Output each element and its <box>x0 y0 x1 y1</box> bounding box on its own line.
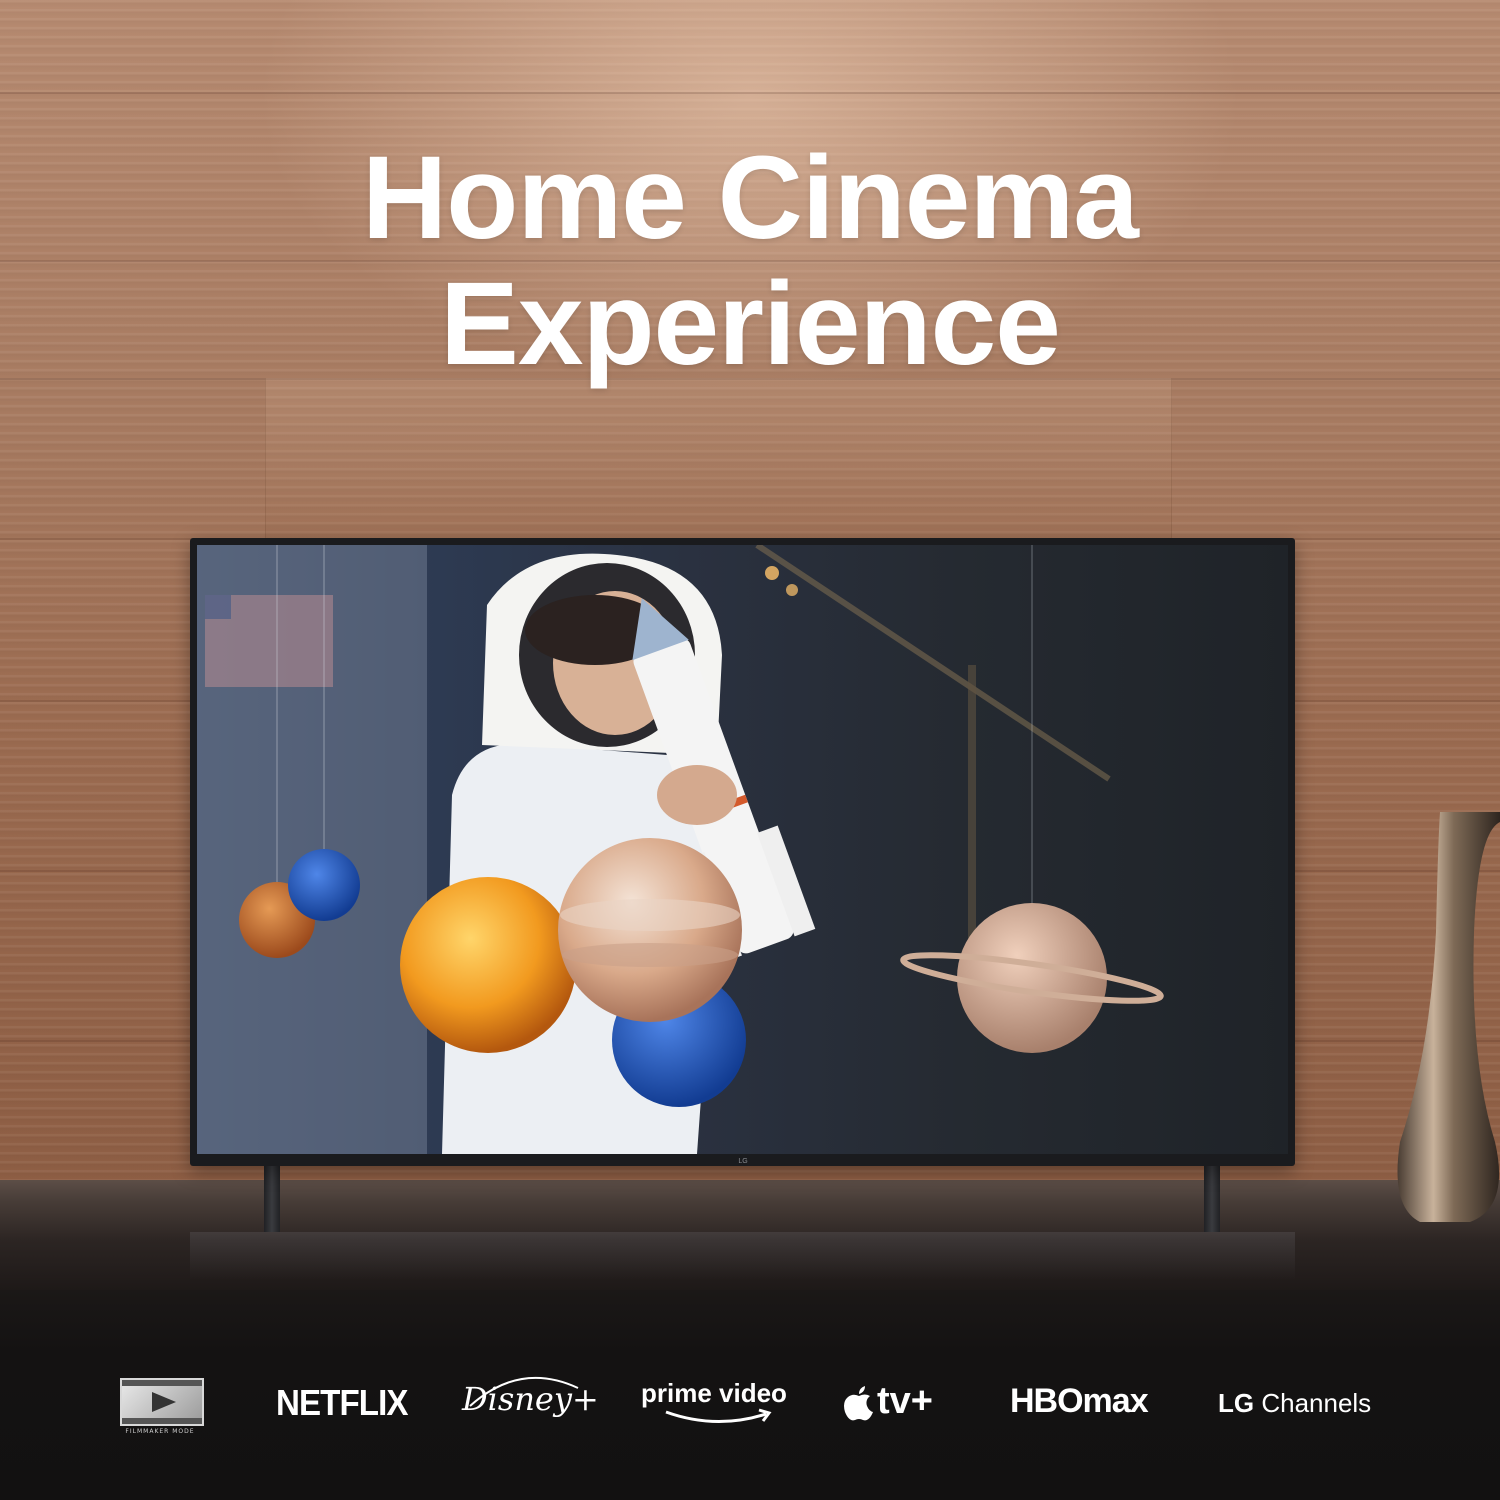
filmmaker-mode-icon <box>120 1378 204 1426</box>
vase-icon <box>1397 812 1500 1222</box>
lg-channels-logo: LG Channels <box>1218 1388 1371 1419</box>
lg-channels-text: Channels <box>1254 1388 1372 1418</box>
disney-plus-logo: Disney+ <box>462 1377 599 1418</box>
headline: Home Cinema Experience <box>0 135 1500 387</box>
television <box>190 538 1295 1166</box>
tv-brand-mark: LG <box>738 1158 748 1165</box>
streaming-logos: FILMMAKER MODE NETFLIX Disney+ prime vid… <box>0 1350 1500 1460</box>
product-banner: Home Cinema Experience LG FILMMAKER MODE… <box>0 0 1500 1500</box>
tv-screen <box>197 545 1288 1154</box>
lg-channels-brand: LG <box>1218 1388 1255 1418</box>
headline-line-2: Experience <box>440 258 1061 390</box>
amazon-smile-icon <box>665 1408 772 1424</box>
netflix-logo: NETFLIX <box>276 1382 408 1423</box>
prime-video-text: prime video <box>641 1378 787 1408</box>
prime-video-logo: prime video <box>641 1378 787 1424</box>
headline-line-1: Home Cinema <box>362 132 1139 264</box>
stand-reflection <box>190 1232 1295 1280</box>
apple-tv-text: tv+ <box>877 1380 933 1422</box>
filmmaker-mode-caption: FILMMAKER MODE <box>125 1428 195 1435</box>
hbo-max-logo: HBOmax <box>1010 1382 1149 1420</box>
apple-icon <box>844 1386 873 1421</box>
wood-panel-highlight <box>265 378 1172 538</box>
tv-leg-left <box>264 1166 280 1232</box>
screen-scene-illustration <box>197 545 1164 1154</box>
apple-tv-logo: tv+ <box>843 1380 933 1423</box>
tv-leg-right <box>1204 1166 1220 1232</box>
disney-arc-icon <box>469 1377 579 1407</box>
plank-seam <box>0 92 1500 94</box>
